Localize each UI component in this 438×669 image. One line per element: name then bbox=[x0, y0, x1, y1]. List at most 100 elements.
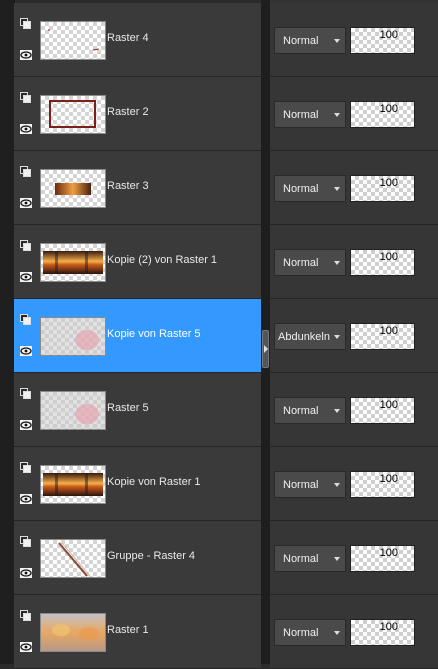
panel-left-strip bbox=[0, 0, 15, 664]
visibility-eye-icon[interactable] bbox=[20, 565, 32, 578]
blend-mode-value: Normal bbox=[283, 109, 319, 121]
blend-mode-value: Normal bbox=[283, 35, 319, 47]
chevron-down-icon bbox=[334, 631, 340, 635]
blend-mode-dropdown[interactable]: Normal bbox=[274, 175, 346, 202]
layer-row[interactable]: Raster 5 bbox=[14, 373, 261, 447]
layer-name[interactable]: Raster 5 bbox=[107, 402, 149, 414]
panel-resize-grip[interactable] bbox=[262, 330, 269, 368]
layers-panel: Raster 4 Normal 100 Raster 2 Normal 100 Raster… bbox=[0, 0, 438, 669]
layer-thumbnail bbox=[40, 21, 106, 60]
layer-name[interactable]: Raster 1 bbox=[107, 624, 149, 636]
opacity-field[interactable]: 100 bbox=[350, 249, 415, 276]
opacity-field[interactable]: 100 bbox=[350, 27, 415, 54]
layer-row[interactable]: Raster 2 bbox=[14, 77, 261, 151]
layer-name[interactable]: Kopie (2) von Raster 1 bbox=[107, 254, 217, 266]
layer-row[interactable]: Raster 1 bbox=[14, 595, 261, 669]
layer-lock-icon[interactable] bbox=[20, 312, 31, 325]
blend-mode-dropdown[interactable]: Normal bbox=[274, 545, 346, 572]
visibility-eye-icon[interactable] bbox=[20, 343, 32, 356]
opacity-field[interactable]: 100 bbox=[350, 397, 415, 424]
visibility-eye-icon[interactable] bbox=[20, 121, 32, 134]
layer-thumbnail bbox=[40, 243, 106, 282]
layer-lock-icon[interactable] bbox=[20, 460, 31, 473]
layer-properties-row: Normal 100 bbox=[270, 447, 438, 521]
layer-properties-row: Normal 100 bbox=[270, 595, 438, 669]
opacity-value: 100 bbox=[379, 399, 398, 411]
chevron-down-icon bbox=[334, 409, 340, 413]
layer-thumbnail bbox=[40, 391, 106, 430]
opacity-field[interactable]: 100 bbox=[350, 175, 415, 202]
layer-lock-icon[interactable] bbox=[20, 90, 31, 103]
layer-row[interactable]: Kopie (2) von Raster 1 bbox=[14, 225, 261, 299]
blend-mode-dropdown[interactable]: Normal bbox=[274, 249, 346, 276]
layer-properties-row: Normal 100 bbox=[270, 225, 438, 299]
visibility-eye-icon[interactable] bbox=[20, 47, 32, 60]
layer-row[interactable]: Kopie von Raster 5 bbox=[14, 299, 261, 373]
layer-thumbnail bbox=[40, 169, 106, 208]
blend-mode-value: Normal bbox=[283, 479, 319, 491]
blend-mode-value: Normal bbox=[283, 627, 319, 639]
opacity-value: 100 bbox=[379, 103, 398, 115]
blend-mode-value: Normal bbox=[283, 183, 319, 195]
visibility-eye-icon[interactable] bbox=[20, 269, 32, 282]
blend-mode-dropdown[interactable]: Normal bbox=[274, 471, 346, 498]
opacity-field[interactable]: 100 bbox=[350, 619, 415, 646]
layer-lock-icon[interactable] bbox=[20, 16, 31, 29]
chevron-down-icon bbox=[334, 261, 340, 265]
chevron-down-icon bbox=[334, 113, 340, 117]
opacity-field[interactable]: 100 bbox=[350, 101, 415, 128]
blend-mode-dropdown[interactable]: Abdunkeln bbox=[274, 323, 346, 350]
layer-thumbnail bbox=[40, 613, 106, 652]
layer-thumbnail bbox=[40, 317, 106, 356]
opacity-field[interactable]: 100 bbox=[350, 471, 415, 498]
opacity-value: 100 bbox=[379, 325, 398, 337]
opacity-value: 100 bbox=[379, 177, 398, 189]
layer-lock-icon[interactable] bbox=[20, 608, 31, 621]
visibility-eye-icon[interactable] bbox=[20, 491, 32, 504]
layer-name[interactable]: Raster 2 bbox=[107, 106, 149, 118]
layer-name[interactable]: Gruppe - Raster 4 bbox=[107, 550, 195, 562]
visibility-eye-icon[interactable] bbox=[20, 195, 32, 208]
layer-properties-row: Normal 100 bbox=[270, 3, 438, 77]
opacity-value: 100 bbox=[379, 621, 398, 633]
blend-mode-value: Abdunkeln bbox=[278, 331, 330, 343]
blend-mode-value: Normal bbox=[283, 257, 319, 269]
layer-lock-icon[interactable] bbox=[20, 238, 31, 251]
opacity-field[interactable]: 100 bbox=[350, 323, 415, 350]
layer-name[interactable]: Kopie von Raster 5 bbox=[107, 328, 201, 340]
blend-mode-dropdown[interactable]: Normal bbox=[274, 27, 346, 54]
layer-properties-row: Abdunkeln 100 bbox=[270, 299, 438, 373]
layer-row[interactable]: Raster 3 bbox=[14, 151, 261, 225]
layer-row[interactable]: Gruppe - Raster 4 bbox=[14, 521, 261, 595]
chevron-down-icon bbox=[334, 39, 340, 43]
layer-properties-row: Normal 100 bbox=[270, 77, 438, 151]
layer-lock-icon[interactable] bbox=[20, 164, 31, 177]
blend-mode-dropdown[interactable]: Normal bbox=[274, 619, 346, 646]
blend-mode-value: Normal bbox=[283, 405, 319, 417]
layer-row[interactable]: Kopie von Raster 1 bbox=[14, 447, 261, 521]
blend-mode-value: Normal bbox=[283, 553, 319, 565]
blend-mode-dropdown[interactable]: Normal bbox=[274, 397, 346, 424]
layer-properties-row: Normal 100 bbox=[270, 151, 438, 225]
layer-thumbnail bbox=[40, 539, 106, 578]
visibility-eye-icon[interactable] bbox=[20, 417, 32, 430]
layer-name[interactable]: Kopie von Raster 1 bbox=[107, 476, 201, 488]
opacity-value: 100 bbox=[379, 29, 398, 41]
layer-row[interactable]: Raster 4 bbox=[14, 3, 261, 77]
layer-properties-row: Normal 100 bbox=[270, 521, 438, 595]
visibility-eye-icon[interactable] bbox=[20, 639, 32, 652]
opacity-value: 100 bbox=[379, 547, 398, 559]
layer-lock-icon[interactable] bbox=[20, 386, 31, 399]
opacity-field[interactable]: 100 bbox=[350, 545, 415, 572]
layer-lock-icon[interactable] bbox=[20, 534, 31, 547]
layer-name[interactable]: Raster 3 bbox=[107, 180, 149, 192]
opacity-value: 100 bbox=[379, 251, 398, 263]
layer-thumbnail bbox=[40, 95, 106, 134]
opacity-value: 100 bbox=[379, 473, 398, 485]
layer-name[interactable]: Raster 4 bbox=[107, 32, 149, 44]
chevron-down-icon bbox=[334, 335, 340, 339]
blend-mode-dropdown[interactable]: Normal bbox=[274, 101, 346, 128]
layer-thumbnail bbox=[40, 465, 106, 504]
layer-properties-row: Normal 100 bbox=[270, 373, 438, 447]
chevron-down-icon bbox=[334, 187, 340, 191]
